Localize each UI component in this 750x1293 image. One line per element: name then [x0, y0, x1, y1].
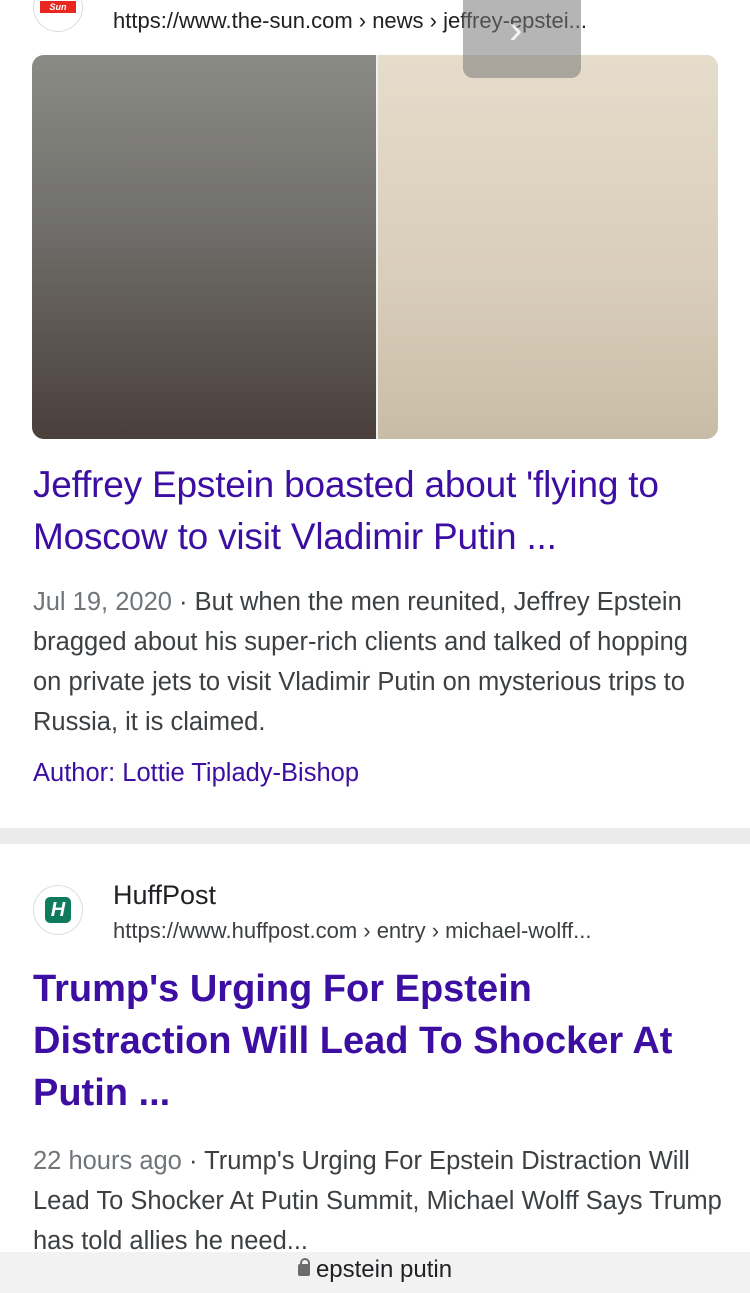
huffpost-favicon-icon: H — [33, 885, 83, 935]
snippet-separator: · — [188, 1147, 205, 1175]
image-next-button[interactable]: › — [463, 0, 581, 78]
result1-title-link[interactable]: Jeffrey Epstein boasted about 'flying to… — [33, 459, 723, 563]
result1-thumbnail[interactable] — [32, 55, 718, 439]
result2-date: 22 hours ago — [33, 1147, 182, 1175]
snippet-separator: · — [179, 588, 195, 616]
result1-snippet: Jul 19, 2020 · But when the men reunited… — [33, 582, 723, 742]
result1-header[interactable]: Sun https://www.the-sun.com › news › jef… — [0, 0, 750, 50]
result1-date: Jul 19, 2020 — [33, 588, 172, 616]
result1-author-link[interactable]: Author: Lottie Tiplady-Bishop — [33, 759, 359, 788]
result2-title-link[interactable]: Trump's Urging For Epstein Distraction W… — [33, 963, 723, 1119]
sun-favicon-icon: Sun — [33, 0, 83, 32]
result2-snippet: 22 hours ago · Trump's Urging For Epstei… — [33, 1141, 723, 1261]
address-bar[interactable]: epstein putin — [0, 1252, 750, 1293]
address-text[interactable]: epstein putin — [316, 1256, 452, 1283]
putin-photo — [378, 55, 718, 439]
result2-site-name[interactable]: HuffPost — [113, 880, 216, 911]
result2-url[interactable]: https://www.huffpost.com › entry › micha… — [113, 918, 591, 944]
chevron-right-icon: › — [509, 8, 523, 52]
epstein-photo — [32, 55, 376, 439]
result-divider — [0, 828, 750, 844]
lock-icon — [297, 1258, 310, 1276]
